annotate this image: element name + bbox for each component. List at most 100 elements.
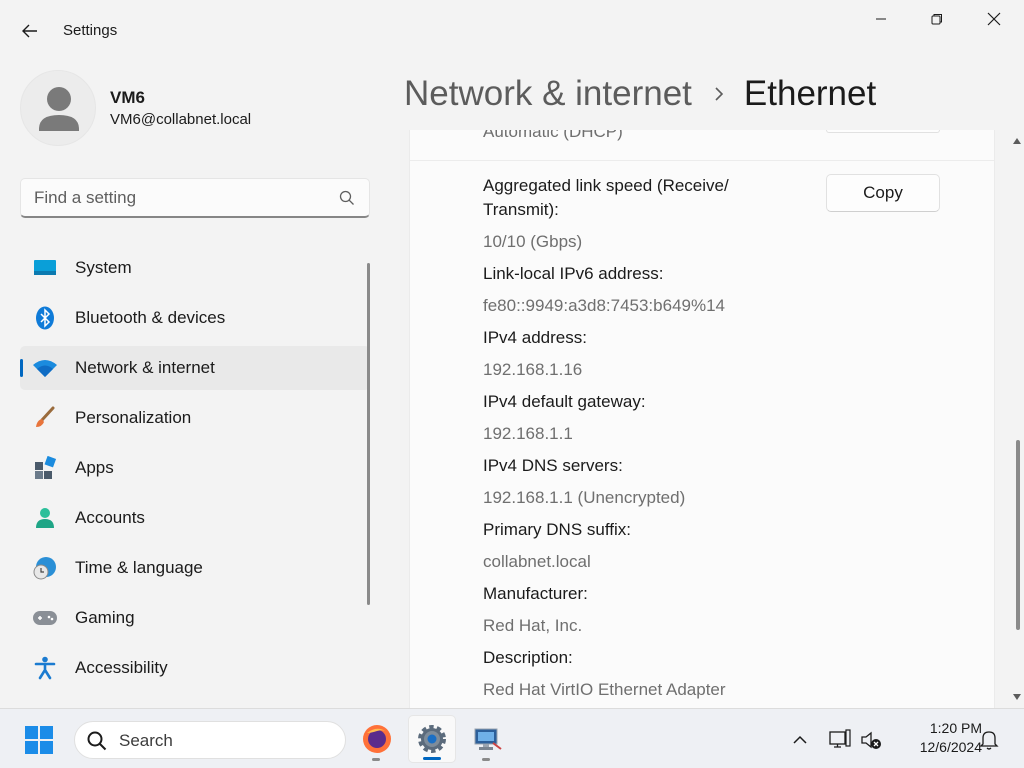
sidebar-item-accessibility[interactable]: Accessibility xyxy=(20,646,370,690)
brush-icon xyxy=(32,406,58,430)
show-hidden-icons-button[interactable] xyxy=(789,729,811,751)
sidebar-item-label: Accounts xyxy=(75,508,145,527)
running-indicator xyxy=(482,758,490,761)
avatar[interactable] xyxy=(20,70,96,146)
firefox-icon xyxy=(363,725,391,753)
search-icon[interactable] xyxy=(339,190,355,206)
sidebar-nav: System Bluetooth & devices Network & int… xyxy=(20,246,370,696)
clock-time: 1:20 PM xyxy=(929,720,982,736)
property-label-line2: Transmit): xyxy=(483,200,559,219)
settings-icon xyxy=(418,725,446,753)
ethernet-properties-panel: Automatic (DHCP) Aggregated link speed (… xyxy=(409,130,995,708)
scroll-down-arrow-icon[interactable] xyxy=(1012,692,1022,702)
title-bar: Settings xyxy=(0,0,1024,62)
property-label: IPv4 DNS servers: xyxy=(483,456,623,475)
sidebar-item-bluetooth[interactable]: Bluetooth & devices xyxy=(20,296,370,340)
chevron-right-icon xyxy=(714,86,724,102)
chevron-up-icon xyxy=(793,735,807,744)
apps-icon xyxy=(32,456,58,480)
property-label: Description: xyxy=(483,648,573,667)
sidebar-item-apps[interactable]: Apps xyxy=(20,446,370,490)
property-value: 10/10 (Gbps) xyxy=(483,232,583,251)
taskbar-app-settings[interactable] xyxy=(408,715,456,763)
sidebar-item-label: System xyxy=(75,258,132,277)
property-value: Red Hat VirtIO Ethernet Adapter xyxy=(483,680,726,699)
close-button[interactable] xyxy=(971,4,1017,34)
network-manager-icon xyxy=(474,728,502,750)
active-app-indicator xyxy=(423,757,441,760)
clock[interactable]: 1:20 PM 12/6/2024 xyxy=(888,719,982,757)
property-value: Red Hat, Inc. xyxy=(483,616,583,635)
system-icon xyxy=(32,256,58,280)
back-button[interactable] xyxy=(14,16,46,46)
content-scrollbar-thumb[interactable] xyxy=(1016,440,1020,630)
property-label: Primary DNS suffix: xyxy=(483,520,631,539)
network-status-icon xyxy=(829,729,851,748)
copy-button[interactable]: Copy xyxy=(826,174,940,212)
taskbar: Search 1:20 PM 12/6/2024 xyxy=(0,708,1024,768)
wifi-icon xyxy=(32,356,58,380)
taskbar-search-label: Search xyxy=(119,731,173,750)
sidebar-item-accounts[interactable]: Accounts xyxy=(20,496,370,540)
sidebar-item-label: Accessibility xyxy=(75,658,168,677)
app-title: Settings xyxy=(63,22,118,39)
network-status-button[interactable] xyxy=(829,729,851,751)
time-language-icon xyxy=(32,556,58,580)
sidebar-item-system[interactable]: System xyxy=(20,246,370,290)
taskbar-search[interactable]: Search xyxy=(74,721,346,759)
sidebar-item-label: Personalization xyxy=(75,408,192,427)
find-setting-input[interactable] xyxy=(34,188,324,208)
property-value: fe80::9949:a3d8:7453:b649%14 xyxy=(483,296,726,315)
find-setting-box[interactable] xyxy=(20,178,370,218)
sidebar-scrollbar[interactable] xyxy=(367,263,370,605)
start-button[interactable] xyxy=(22,723,56,757)
property-value: 192.168.1.1 xyxy=(483,424,573,443)
sidebar-item-network[interactable]: Network & internet xyxy=(20,346,370,390)
clipped-property-value: Automatic (DHCP) xyxy=(483,130,623,141)
windows-logo-icon xyxy=(25,726,53,754)
volume-button[interactable] xyxy=(860,729,882,751)
sidebar-item-gaming[interactable]: Gaming xyxy=(20,596,370,640)
sidebar-item-label: Apps xyxy=(75,458,114,477)
search-icon xyxy=(87,731,107,751)
sidebar-item-time-language[interactable]: Time & language xyxy=(20,546,370,590)
volume-muted-icon xyxy=(861,731,881,749)
property-value: 192.168.1.1 (Unencrypted) xyxy=(483,488,686,507)
taskbar-app-firefox[interactable] xyxy=(353,715,401,763)
sidebar-item-label: Network & internet xyxy=(75,358,215,377)
breadcrumb-parent[interactable]: Network & internet xyxy=(404,74,692,114)
user-silhouette-icon xyxy=(39,87,79,131)
close-icon xyxy=(987,12,1001,26)
bell-icon xyxy=(979,731,999,750)
minimize-icon xyxy=(876,18,886,20)
property-label: Aggregated link speed (Receive/ xyxy=(483,176,729,195)
property-value: collabnet.local xyxy=(483,552,591,571)
breadcrumb: Network & internet Ethernet xyxy=(404,72,876,116)
accessibility-icon xyxy=(32,656,58,680)
sidebar-item-personalization[interactable]: Personalization xyxy=(20,396,370,440)
clock-date: 12/6/2024 xyxy=(919,739,982,755)
bluetooth-icon xyxy=(32,306,58,330)
running-indicator xyxy=(372,758,380,761)
copy-button-clipped[interactable] xyxy=(826,130,940,133)
property-label: Manufacturer: xyxy=(483,584,588,603)
restore-icon xyxy=(931,14,942,25)
property-label: Link-local IPv6 address: xyxy=(483,264,664,283)
restore-button[interactable] xyxy=(914,4,960,34)
minimize-button[interactable] xyxy=(858,4,904,34)
sidebar-item-label: Gaming xyxy=(75,608,135,627)
user-name: VM6 xyxy=(110,88,145,107)
divider xyxy=(410,160,994,161)
property-label: IPv4 address: xyxy=(483,328,587,347)
notifications-button[interactable] xyxy=(978,729,1000,751)
gamepad-icon xyxy=(32,606,58,630)
page-title: Ethernet xyxy=(743,74,877,113)
property-value: 192.168.1.16 xyxy=(483,360,583,379)
back-arrow-icon xyxy=(22,24,37,38)
taskbar-app-network[interactable] xyxy=(463,715,511,763)
active-indicator xyxy=(20,359,23,377)
sidebar-item-label: Time & language xyxy=(75,558,203,577)
user-email: VM6@collabnet.local xyxy=(110,111,252,128)
scroll-up-arrow-icon[interactable] xyxy=(1012,136,1022,146)
sidebar-item-label: Bluetooth & devices xyxy=(75,308,226,327)
